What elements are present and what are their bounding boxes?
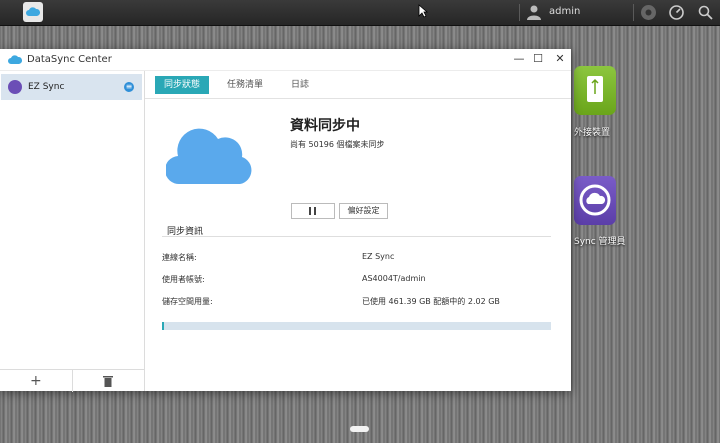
ez-sync-manager-icon xyxy=(579,184,611,216)
datasync-center-taskbar-button[interactable] xyxy=(23,2,43,22)
ez-sync-icon xyxy=(8,80,22,94)
sync-status-title: 資料同步中 xyxy=(290,118,360,134)
window-title: DataSync Center xyxy=(27,54,112,65)
preferences-button[interactable]: 偏好設定 xyxy=(339,203,388,219)
sync-progress-bar xyxy=(162,322,551,330)
system-monitor-icon[interactable] xyxy=(668,4,685,21)
close-button[interactable]: ✕ xyxy=(551,51,569,67)
pause-button[interactable] xyxy=(291,203,335,219)
taskbar-divider xyxy=(519,4,520,21)
user-icon[interactable] xyxy=(526,4,542,20)
tab-task-list[interactable]: 任務清單 xyxy=(221,76,269,94)
taskbar-divider xyxy=(633,4,634,21)
user-name[interactable]: admin xyxy=(549,6,580,17)
window-titlebar[interactable]: DataSync Center — ☐ ✕ xyxy=(0,49,571,71)
storage-usage-value: 已使用 461.39 GB 配額中的 2.02 GB xyxy=(362,297,500,306)
datasync-center-icon xyxy=(8,55,22,64)
footer-divider xyxy=(72,370,73,392)
taskbar: admin xyxy=(0,0,720,26)
external-devices-label[interactable]: 外接裝置 xyxy=(574,125,610,138)
sidebar-item-ez-sync[interactable]: EZ Sync ≡ xyxy=(1,74,142,100)
sidebar-footer: + xyxy=(0,369,144,392)
external-devices-desktop-icon[interactable] xyxy=(574,66,616,115)
cloud-icon xyxy=(166,128,252,185)
pause-icon xyxy=(314,207,316,215)
trash-icon[interactable] xyxy=(103,375,113,387)
add-button[interactable]: + xyxy=(30,373,42,389)
connection-name-label: 連線名稱: xyxy=(162,253,197,262)
tab-bar: 同步狀態 任務清單 日誌 xyxy=(145,71,571,99)
notification-icon[interactable] xyxy=(640,4,657,21)
minimize-button[interactable]: — xyxy=(510,51,528,67)
tab-log[interactable]: 日誌 xyxy=(285,76,315,94)
tab-sync-status[interactable]: 同步狀態 xyxy=(155,76,209,94)
sidebar: EZ Sync ≡ + xyxy=(0,71,145,392)
search-icon[interactable] xyxy=(697,4,714,21)
section-divider xyxy=(162,236,551,237)
connection-name-value: EZ Sync xyxy=(362,252,395,261)
mouse-cursor-icon xyxy=(418,4,428,18)
external-devices-icon xyxy=(587,76,603,102)
user-account-value: AS4004T/admin xyxy=(362,274,426,283)
datasync-center-window: DataSync Center — ☐ ✕ EZ Sync ≡ + 同步狀態 任… xyxy=(0,49,571,392)
sync-progress-fill xyxy=(162,322,164,330)
sidebar-item-menu-icon[interactable]: ≡ xyxy=(124,82,134,92)
sync-status-subtitle: 尚有 50196 個檔案未同步 xyxy=(290,140,385,149)
dock-handle[interactable] xyxy=(350,426,369,432)
maximize-button[interactable]: ☐ xyxy=(529,51,547,67)
datasync-center-icon xyxy=(26,7,40,16)
pause-icon xyxy=(309,207,311,215)
sidebar-item-label: EZ Sync xyxy=(28,82,65,92)
storage-usage-label: 儲存空間用量: xyxy=(162,297,213,306)
ez-sync-manager-desktop-icon[interactable] xyxy=(574,176,616,225)
ez-sync-manager-label[interactable]: Sync 管理員 xyxy=(574,234,626,247)
user-account-label: 使用者帳號: xyxy=(162,275,205,284)
